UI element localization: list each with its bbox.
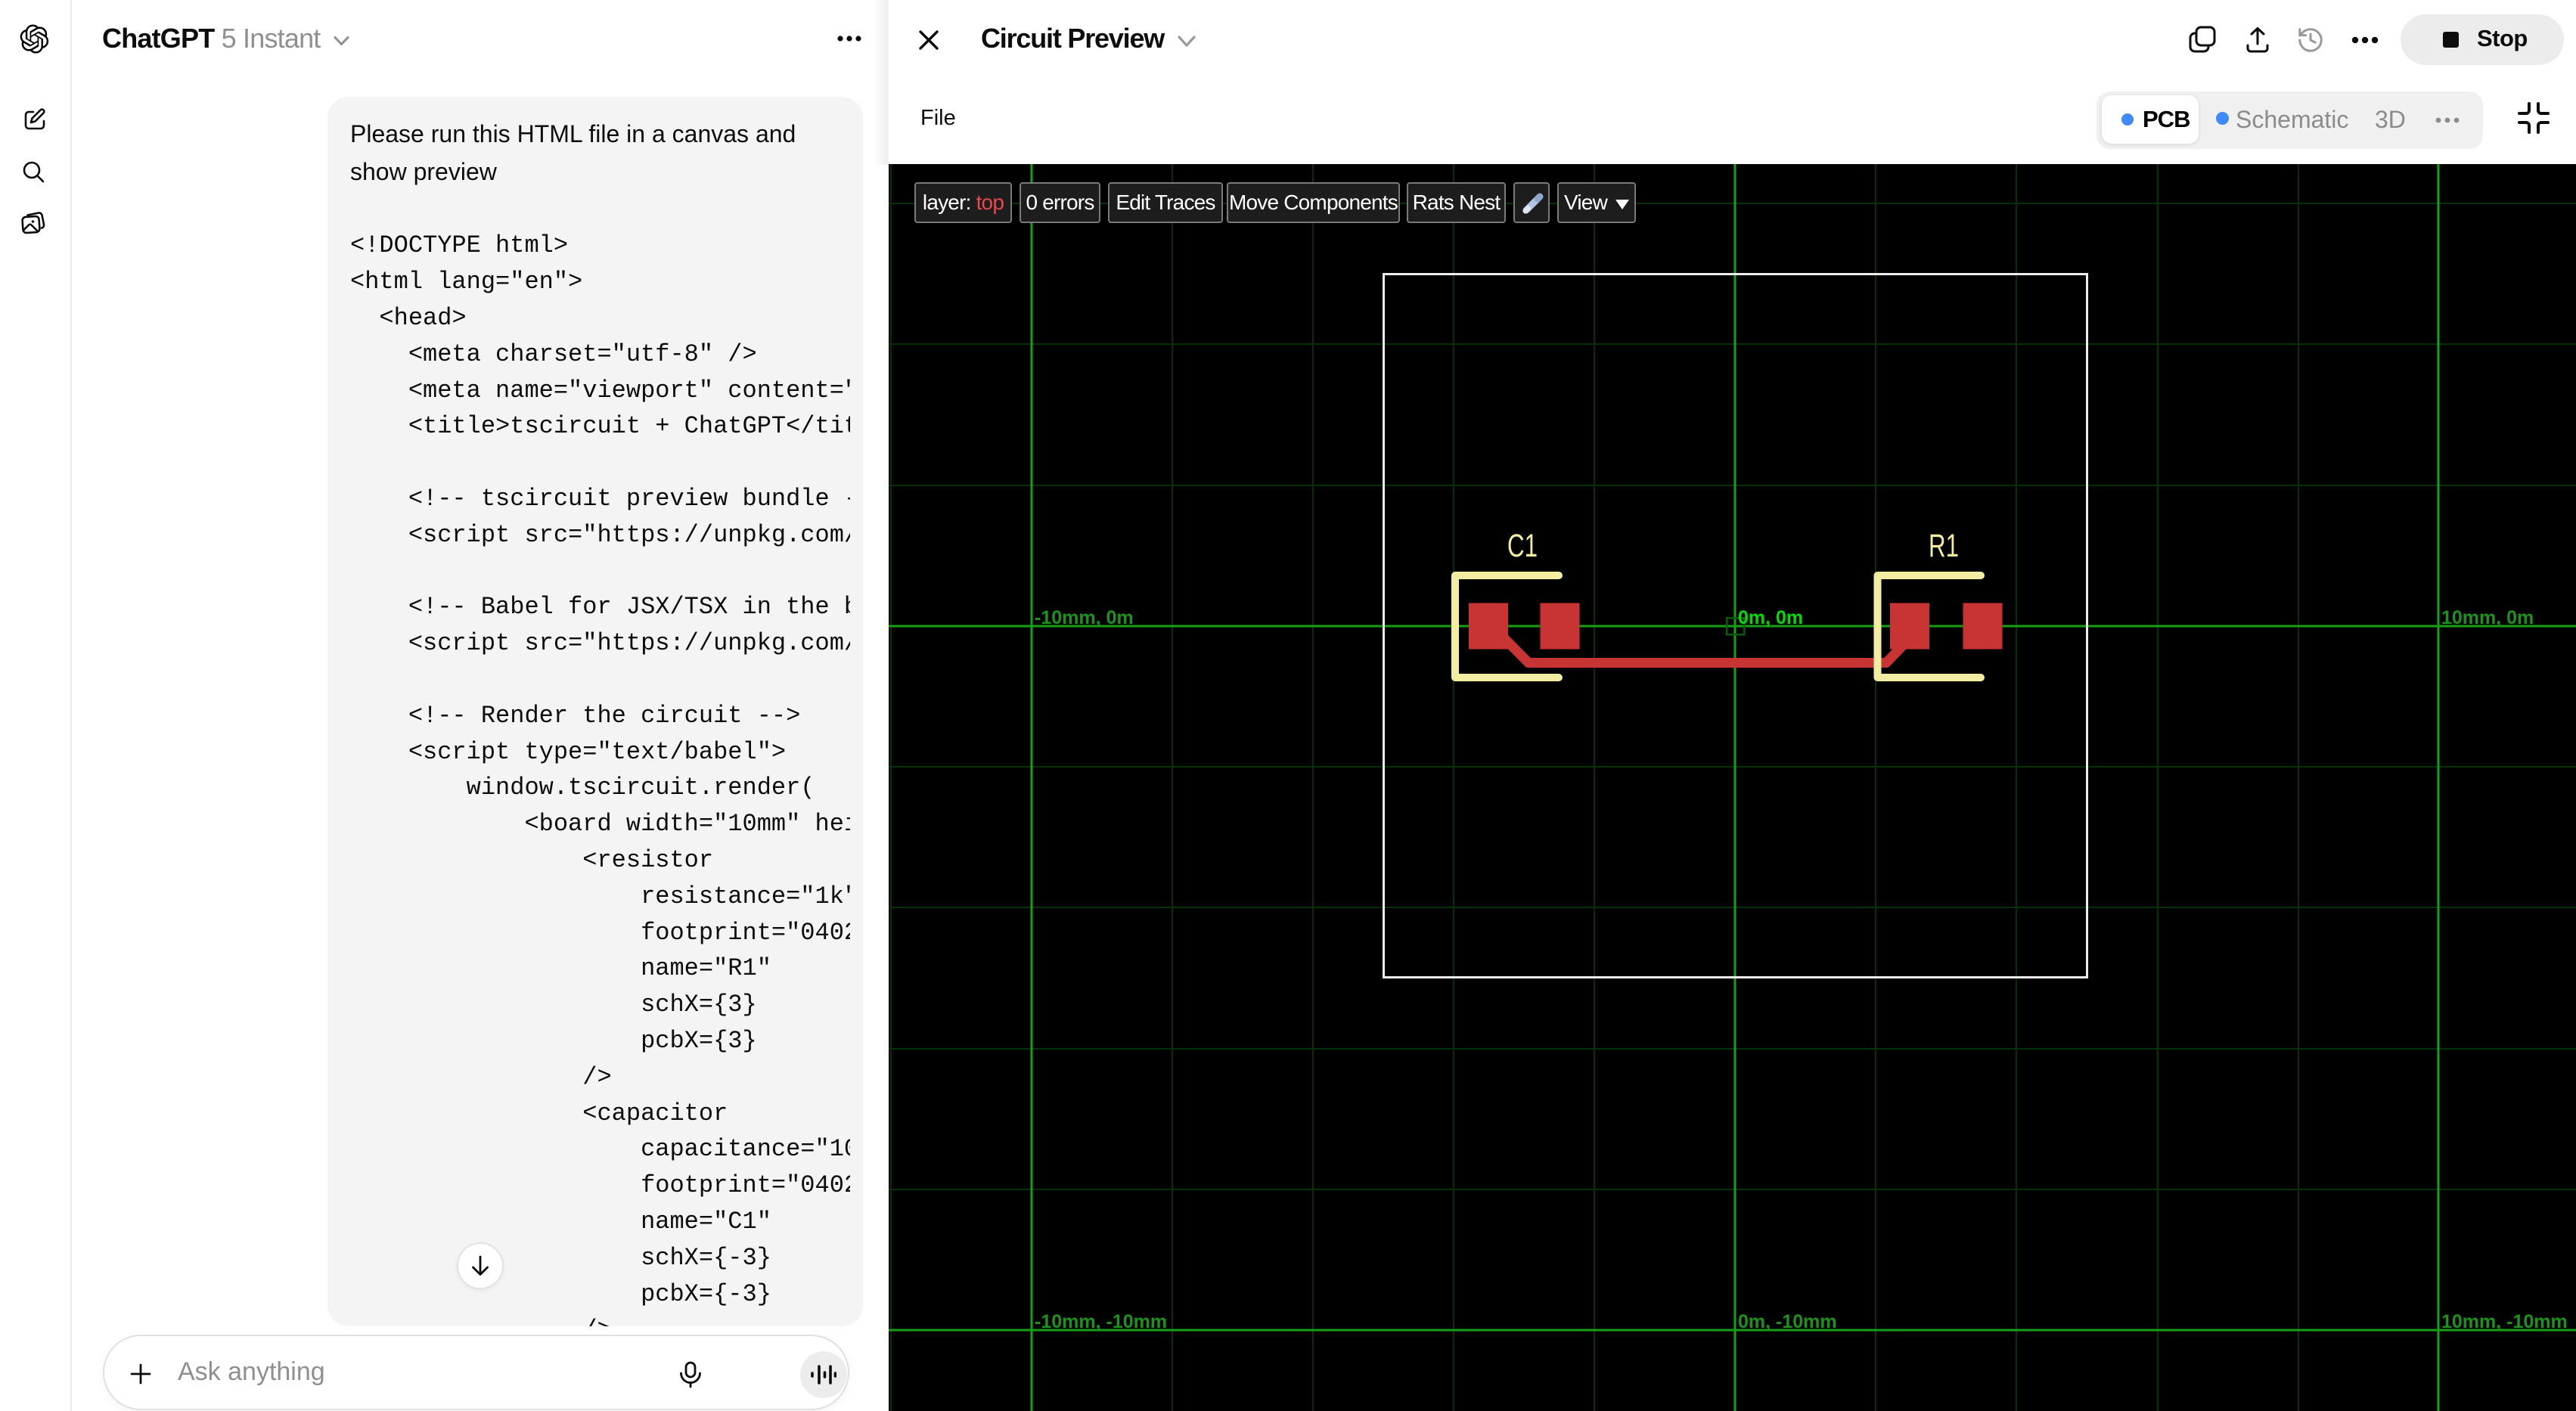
svg-text:-10mm, 0m: -10mm, 0m — [1035, 607, 1134, 628]
svg-text:10mm, 0m: 10mm, 0m — [2441, 607, 2534, 628]
svg-text:0m, -10mm: 0m, -10mm — [1738, 1311, 1837, 1332]
svg-text:R1: R1 — [1929, 528, 1959, 564]
svg-text:C1: C1 — [1507, 528, 1538, 564]
svg-text:-10mm, -10mm: -10mm, -10mm — [1035, 1311, 1167, 1332]
svg-text:0m, 0m: 0m, 0m — [1738, 607, 1803, 628]
svg-text:10mm, -10mm: 10mm, -10mm — [2441, 1311, 2568, 1332]
